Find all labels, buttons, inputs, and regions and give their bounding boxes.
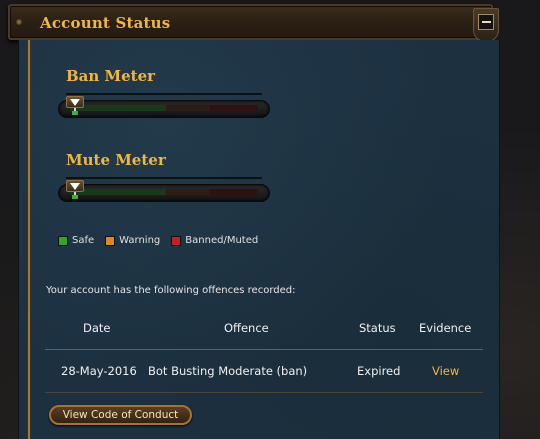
safe-swatch-icon [58,235,68,246]
mute-meter [58,177,270,202]
legend-item-safe: Safe [58,235,94,246]
offence-status: Expired [357,364,401,378]
header-title: Account Status [40,14,171,32]
rivet-icon [16,19,22,25]
column-header-status: Status [359,321,396,335]
legend-item-banned: Banned/Muted [171,235,258,246]
column-header-date: Date [83,321,111,335]
legend-label: Safe [72,235,95,246]
ban-meter-pointer-icon [66,96,84,108]
mute-meter-title: Mute Meter [66,151,166,169]
panel-rule [28,40,30,439]
column-header-offence: Offence [224,321,269,335]
view-evidence-link[interactable]: View [432,364,459,378]
ban-meter-title: Ban Meter [66,67,156,85]
offence-name: Bot Busting Moderate (ban) [148,364,308,378]
view-code-of-conduct-button[interactable]: View Code of Conduct [49,405,192,425]
offences-intro: Your account has the following offences … [46,285,296,296]
legend-label: Banned/Muted [185,235,259,246]
warning-swatch-icon [105,235,116,246]
legend-item-warning: Warning [105,235,160,246]
ban-meter [58,93,270,118]
minus-icon [478,14,494,30]
account-status-header: Account Status [8,4,499,42]
offence-date: 28-May-2016 [61,364,137,378]
table-divider [45,392,483,393]
banned-swatch-icon [171,235,182,246]
legend-label: Warning [119,235,161,246]
table-divider [45,349,483,350]
column-header-evidence: Evidence [419,321,472,335]
mute-meter-pointer-icon [66,180,84,192]
collapse-button[interactable] [473,8,499,42]
meter-legend: Safe Warning Banned/Muted [58,235,269,246]
